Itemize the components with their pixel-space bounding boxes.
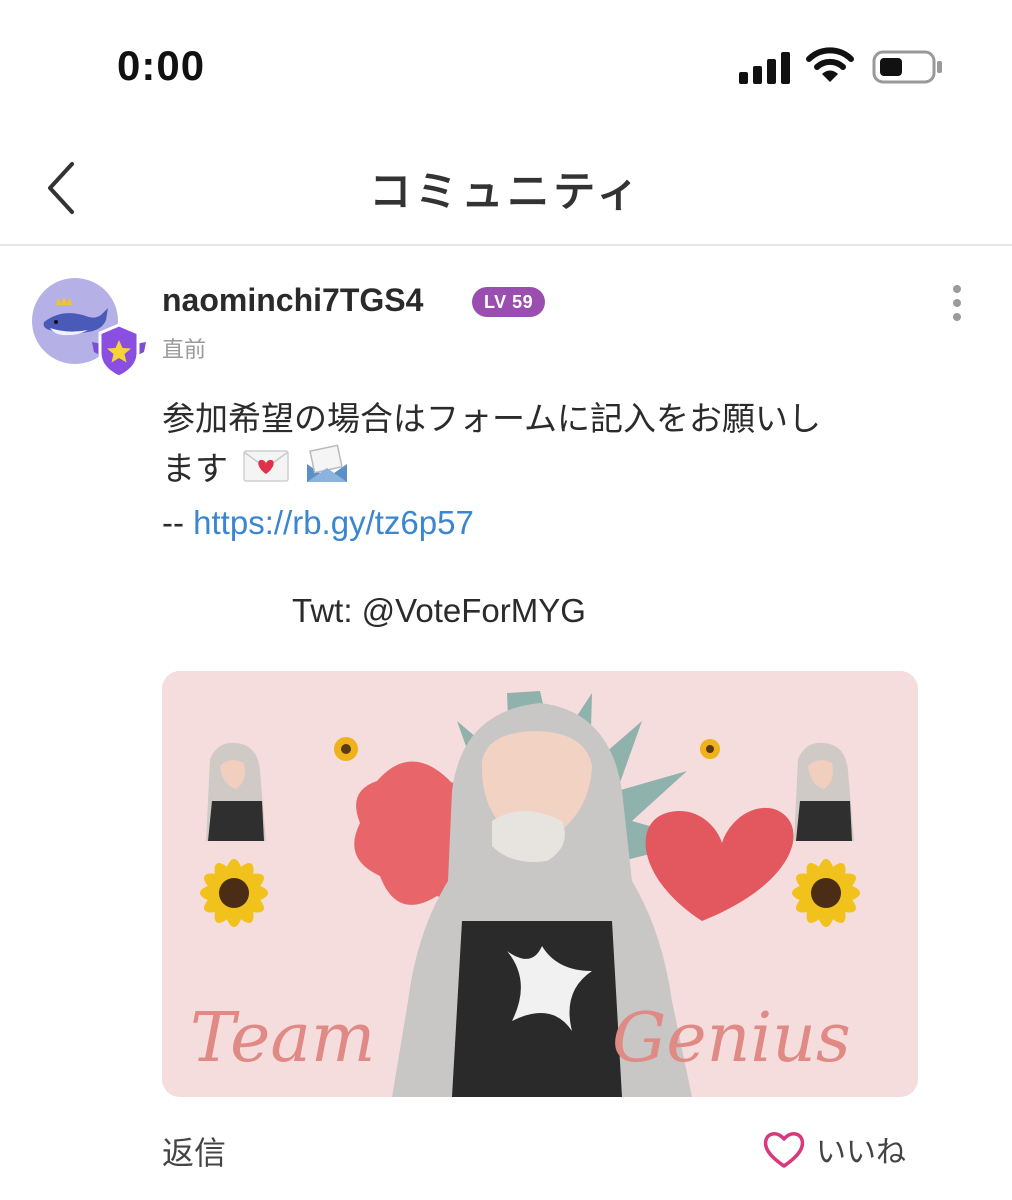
more-options-button[interactable] [940,282,974,328]
star-shield-icon [92,323,146,379]
post-body: 参加希望の場合はフォームに記入をお願いし ます -- https://rb.gy… [162,394,922,548]
post-timestamp: 直前 [162,337,207,362]
like-button[interactable]: いいね [762,1127,906,1171]
post-username[interactable]: naominchi7TGS4 [162,282,423,319]
heart-outline-icon [763,1132,805,1168]
battery-icon [872,50,942,84]
post-image[interactable]: Team Genius [162,671,918,1097]
status-bar: 0:00 [0,0,1012,130]
navigation-bar: コミュニティ [0,130,1012,246]
post-link-line: -- https://rb.gy/tz6p57 [162,498,922,548]
form-link[interactable]: https://rb.gy/tz6p57 [193,504,474,541]
like-label: いいね [816,1136,906,1169]
twitter-handle-text: Twt: @VoteForMYG [292,592,586,629]
image-script-team: Team [190,999,375,1078]
link-prefix: -- [162,504,194,542]
post-text-line-1: 参加希望の場合はフォームに記入をお願いし [162,400,822,437]
more-vertical-icon [940,285,974,321]
post-text-line-2-text: ます [162,450,228,487]
avatar[interactable] [32,278,150,382]
love-letter-emoji [243,446,289,496]
user-rank-badge [90,322,148,380]
post-image-artwork: Team Genius [162,671,918,1097]
post-text-line-2: ます [162,444,922,498]
reply-button[interactable]: 返信 [162,1128,226,1174]
level-badge: LV 59 [472,287,546,317]
image-script-genius: Genius [612,999,851,1078]
status-time: 0:00 [117,42,206,89]
page-title: コミュニティ [369,168,643,215]
wifi-icon [806,47,854,82]
incoming-envelope-emoji [304,444,350,498]
cellular-signal-icon [739,52,790,84]
